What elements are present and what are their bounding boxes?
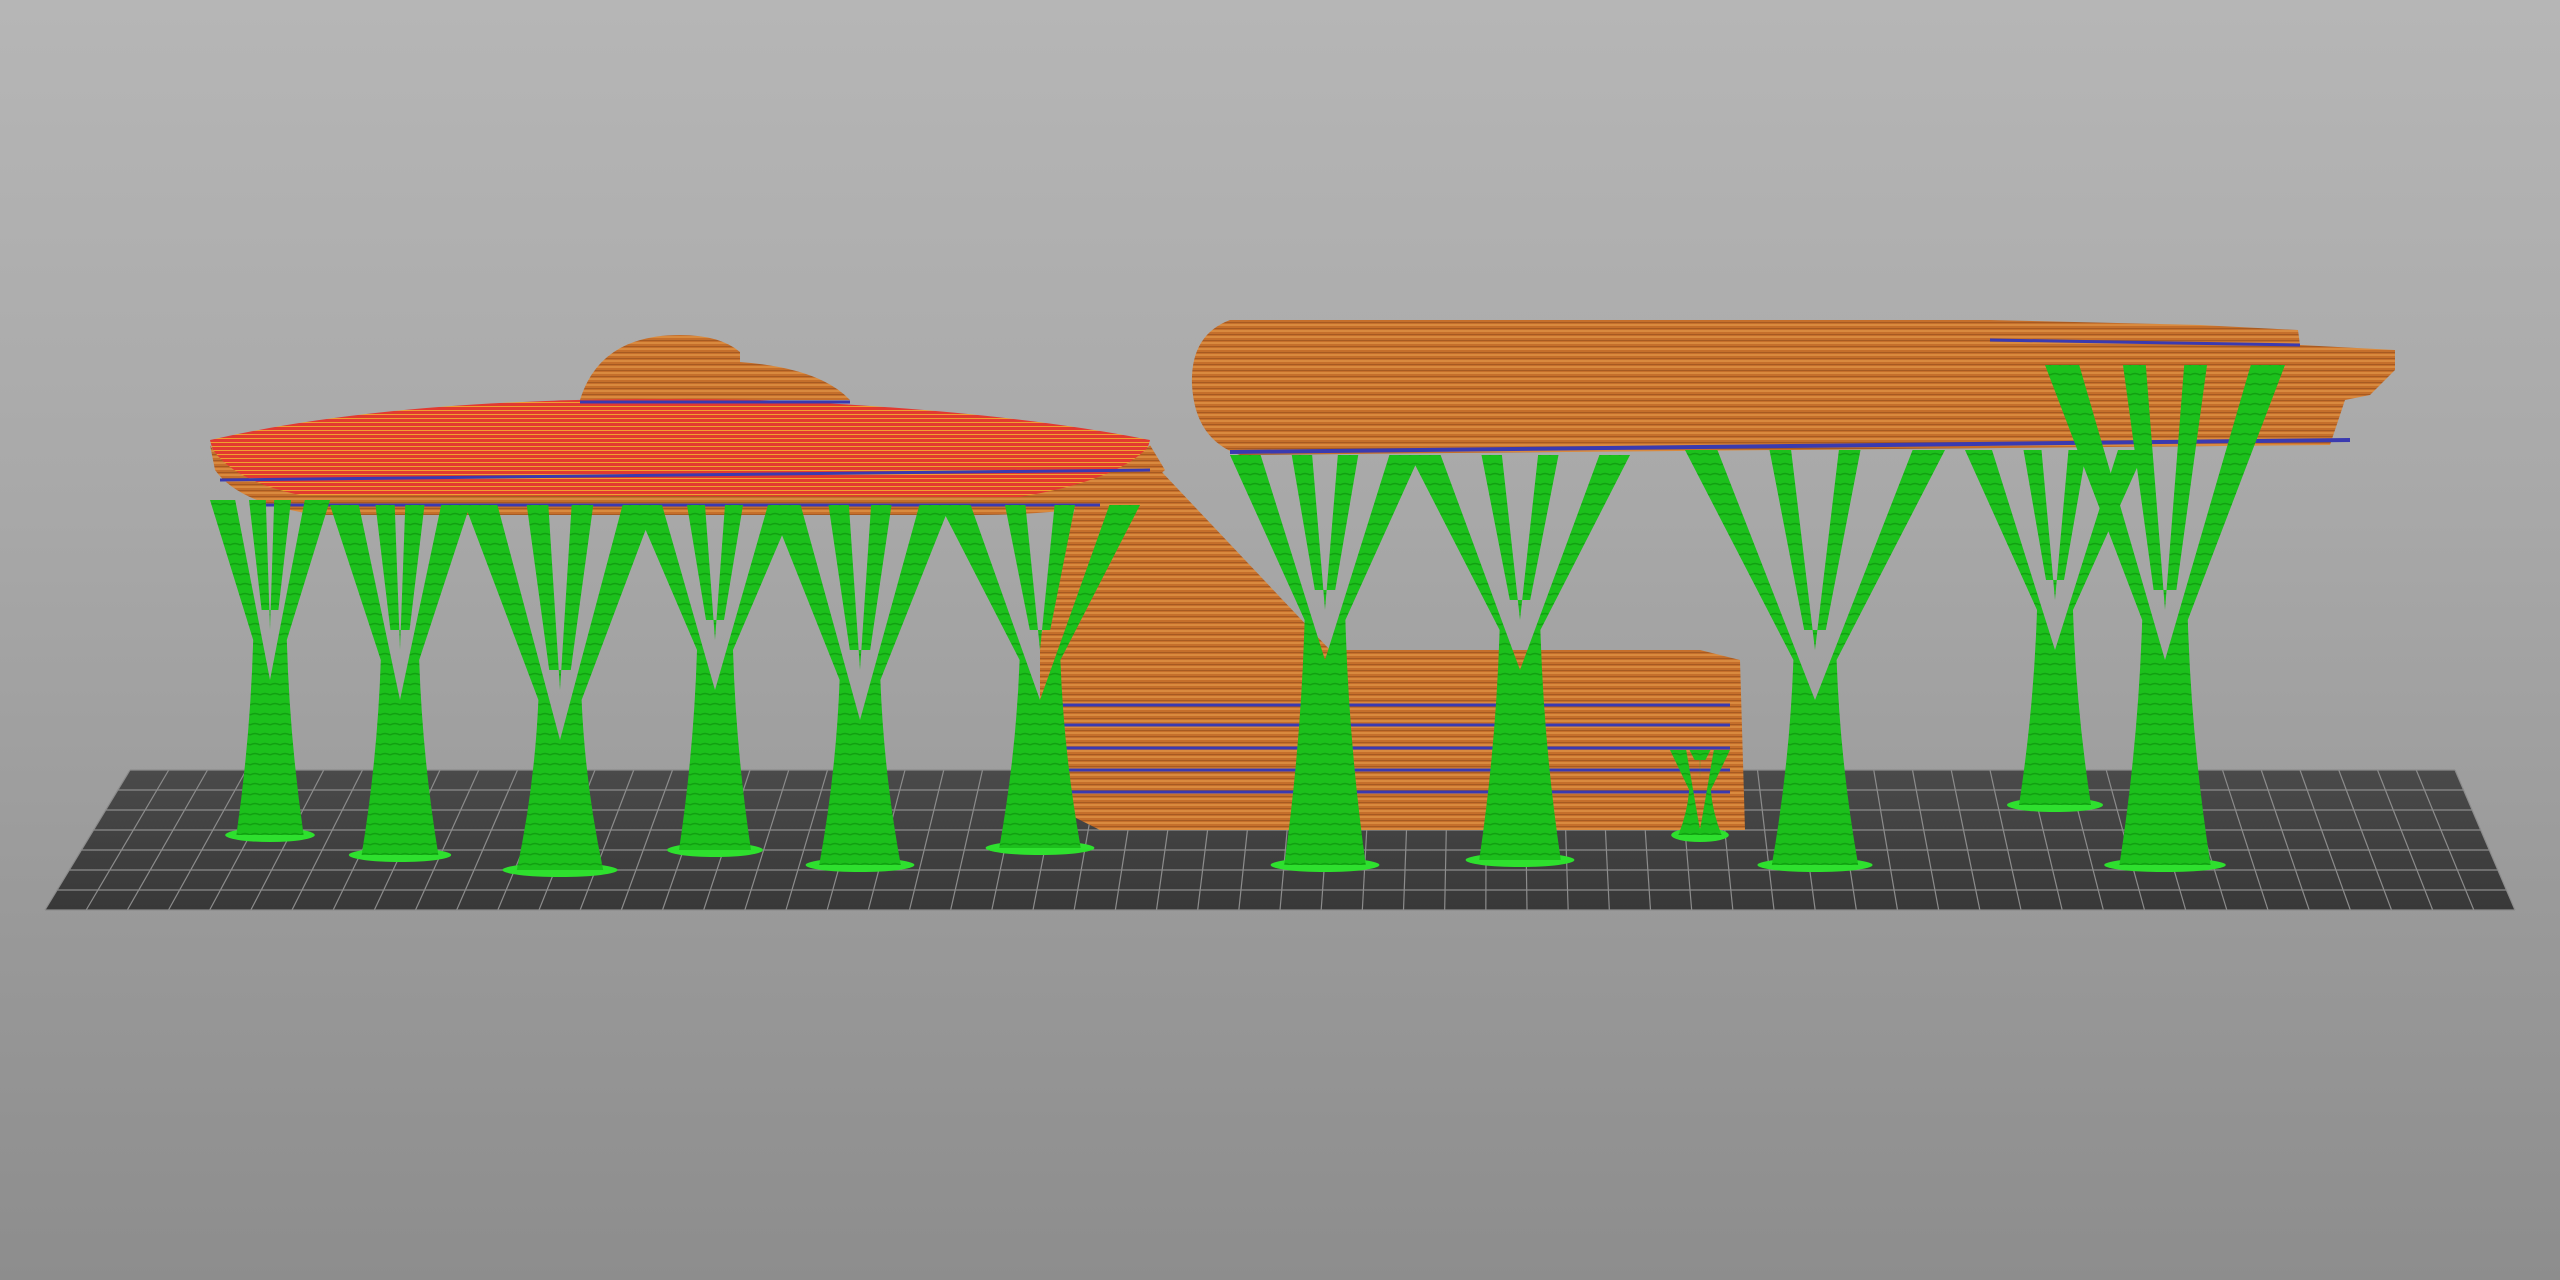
preview-scene[interactable] <box>0 0 2560 1280</box>
dome-part <box>210 335 1165 515</box>
cylinder-part <box>1191 320 2395 455</box>
ramp-part <box>1040 470 1745 830</box>
3d-preview-viewport[interactable] <box>0 0 2560 1280</box>
